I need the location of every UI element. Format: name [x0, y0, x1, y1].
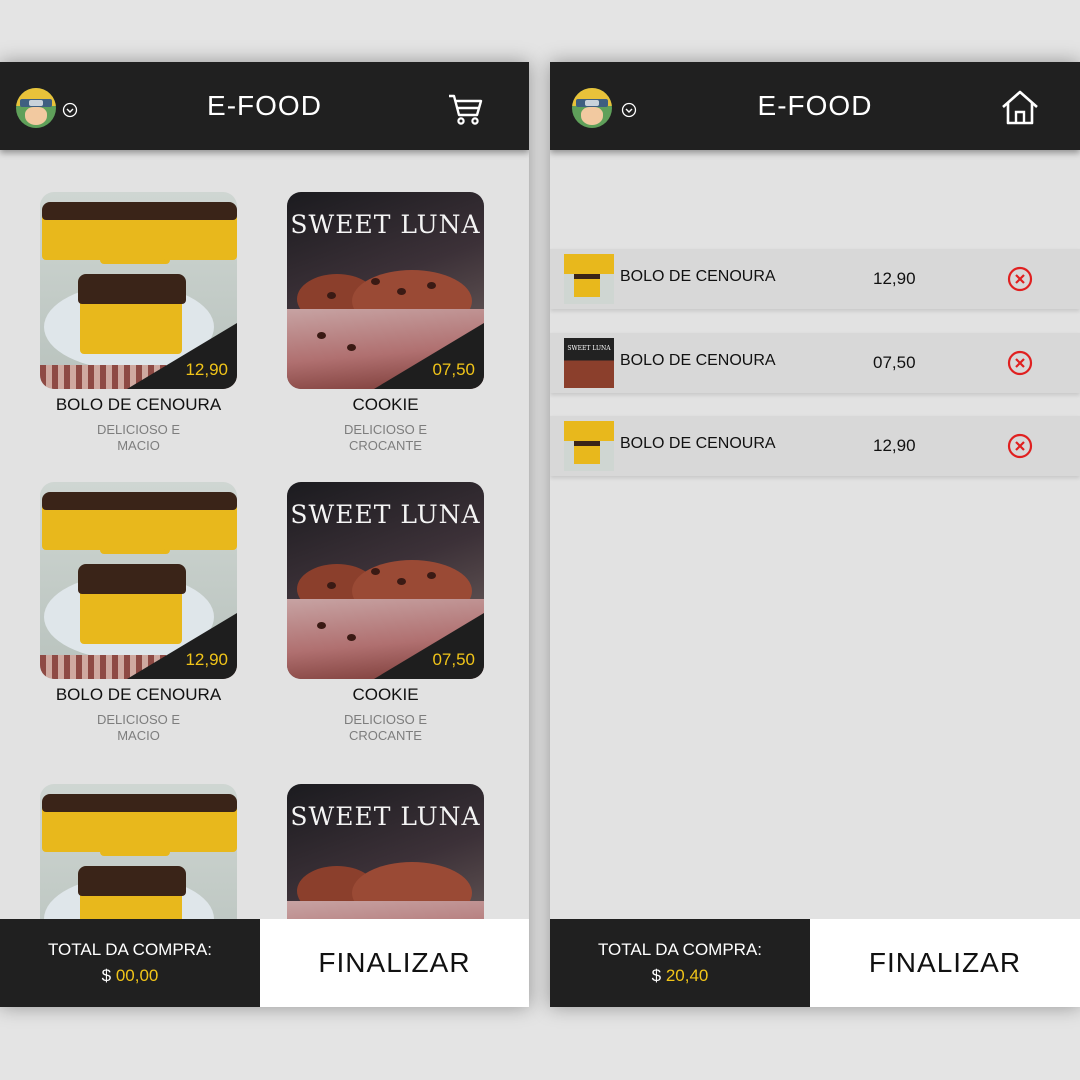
product-image-cake: 12,90 — [40, 192, 237, 389]
product-card[interactable]: 12,90 BOLO DE CENOURA DELICIOSO E MACIO — [40, 482, 237, 744]
product-description: DELICIOSO E CROCANTE — [343, 422, 428, 453]
price-tag: 07,50 — [432, 650, 475, 669]
app-header: E-FOOD — [0, 62, 529, 150]
item-thumbnail: SWEET LUNA — [564, 338, 614, 388]
price-tag: 07,50 — [432, 360, 475, 379]
finalize-button[interactable]: FINALIZAR — [260, 919, 529, 1007]
remove-circle-icon[interactable] — [1006, 432, 1034, 460]
product-card[interactable]: 12,90 BOLO DE CENOURA DELICIOSO E MACIO — [40, 192, 237, 454]
item-name: BOLO DE CENOURA — [620, 268, 776, 285]
remove-circle-icon[interactable] — [1006, 265, 1034, 293]
product-name: BOLO DE CENOURA — [55, 395, 222, 414]
item-name: BOLO DE CENOURA — [620, 435, 776, 452]
app-header: E-FOOD — [550, 62, 1080, 150]
total-bar: TOTAL DA COMPRA: $ 00,00 — [0, 919, 260, 1007]
product-image-cookie: SWEET LUNA 07,50 — [287, 482, 484, 679]
total-amount: 20,40 — [665, 966, 709, 985]
brand-logo: SWEET LUNA — [290, 500, 481, 529]
brand-logo: SWEET LUNA — [290, 802, 481, 831]
cart-item: SWEET LUNA BOLO DE CENOURA 07,50 — [550, 333, 1080, 393]
product-image-cake: 12,90 — [40, 482, 237, 679]
product-description: DELICIOSO E MACIO — [96, 712, 181, 743]
finalize-button[interactable]: FINALIZAR — [810, 919, 1080, 1007]
cart-item: BOLO DE CENOURA 12,90 — [550, 249, 1080, 309]
product-card[interactable]: SWEET LUNA 07,50 COOKIE DELICIOSO E CROC… — [287, 192, 484, 454]
total-bar: TOTAL DA COMPRA: $ 20,40 — [550, 919, 810, 1007]
currency-symbol: $ — [651, 966, 662, 985]
price-tag: 12,90 — [185, 360, 228, 379]
item-price: 12,90 — [873, 436, 916, 455]
cart-screen: E-FOOD BOLO DE CENOURA 12,90 SWEET LUNA … — [550, 62, 1080, 1007]
product-description: DELICIOSO E MACIO — [96, 422, 181, 453]
remove-circle-icon[interactable] — [1006, 349, 1034, 377]
total-value: $ 00,00 — [0, 966, 260, 986]
home-icon[interactable] — [1000, 87, 1040, 127]
total-label: TOTAL DA COMPRA: — [597, 940, 763, 959]
price-tag: 12,90 — [185, 650, 228, 669]
currency-symbol: $ — [101, 966, 112, 985]
item-thumbnail — [564, 421, 614, 471]
item-thumbnail — [564, 254, 614, 304]
product-name: COOKIE — [352, 685, 419, 704]
item-price: 07,50 — [873, 353, 916, 372]
item-name: BOLO DE CENOURA — [620, 352, 776, 369]
menu-screen: E-FOOD 12,90 BOLO DE CENOURA DELICIOSO E… — [0, 62, 529, 1007]
total-amount: 00,00 — [115, 966, 159, 985]
total-label: TOTAL DA COMPRA: — [47, 940, 213, 959]
product-name: COOKIE — [352, 395, 419, 414]
product-card[interactable]: SWEET LUNA 07,50 COOKIE DELICIOSO E CROC… — [287, 482, 484, 744]
product-name: BOLO DE CENOURA — [55, 685, 222, 704]
cart-item: BOLO DE CENOURA 12,90 — [550, 416, 1080, 476]
item-price: 12,90 — [873, 269, 916, 288]
product-description: DELICIOSO E CROCANTE — [343, 712, 428, 743]
brand-logo: SWEET LUNA — [290, 210, 481, 239]
product-image-cookie: SWEET LUNA 07,50 — [287, 192, 484, 389]
total-value: $ 20,40 — [550, 966, 810, 986]
cart-icon[interactable] — [445, 88, 485, 128]
